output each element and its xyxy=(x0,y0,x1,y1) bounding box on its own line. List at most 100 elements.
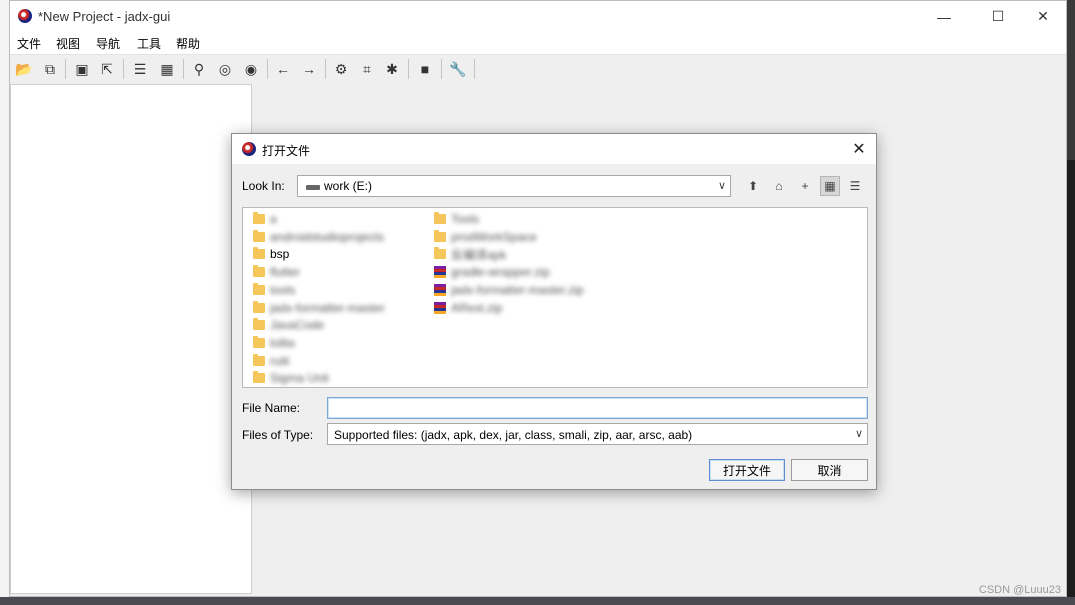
toolbar-separator xyxy=(267,59,268,79)
file-list-item[interactable]: JavaCode xyxy=(253,317,324,333)
file-type-value: Supported files: (jadx, apk, dex, jar, c… xyxy=(334,428,693,442)
file-name: Tools xyxy=(451,212,480,226)
folder-icon xyxy=(434,247,446,260)
folder-icon xyxy=(253,300,265,313)
add-files-icon[interactable]: ⧉ xyxy=(41,60,59,78)
file-list-item[interactable]: Sigma Unit xyxy=(253,370,329,386)
open-icon[interactable]: 📂 xyxy=(15,60,33,78)
file-list-item[interactable]: 反编译apk xyxy=(434,246,506,262)
file-list-item[interactable]: ARest.zip xyxy=(434,300,502,316)
toolbar-separator xyxy=(441,59,442,79)
file-list[interactable]: a androidstudioprojects bsp flutter tools jad… xyxy=(242,207,868,388)
open-file-button[interactable]: 打开文件 xyxy=(709,459,785,481)
file-name: gradle-wrapper.zip xyxy=(451,265,550,280)
file-type-label: Files of Type: xyxy=(242,428,314,442)
file-list-item[interactable]: ruiti xyxy=(253,353,289,369)
minimize-button[interactable]: — xyxy=(921,1,967,32)
quark-icon[interactable]: ⌗ xyxy=(358,60,376,78)
folder-icon xyxy=(253,265,265,278)
file-name: a xyxy=(270,212,277,226)
folder-icon xyxy=(253,353,265,366)
archive-file-icon xyxy=(434,301,446,314)
folder-icon xyxy=(434,212,446,224)
drive-icon xyxy=(306,185,320,190)
file-name: bsp xyxy=(270,247,290,262)
toolbar-separator xyxy=(325,59,326,79)
toolbar-separator xyxy=(408,59,409,79)
file-type-select[interactable]: Supported files: (jadx, apk, dex, jar, c… xyxy=(327,423,868,445)
home-icon[interactable]: ⌂ xyxy=(769,176,789,196)
file-name: ARest.zip xyxy=(451,300,503,315)
taskbar-strip xyxy=(0,597,1075,605)
menu-navigation[interactable]: 导航 xyxy=(96,35,120,52)
file-name-label: File Name: xyxy=(242,401,301,415)
back-icon[interactable]: ← xyxy=(274,60,292,78)
find-usage-icon[interactable]: ◉ xyxy=(242,60,260,78)
project-tree-panel[interactable] xyxy=(10,84,252,594)
menu-file[interactable]: 文件 xyxy=(17,35,41,52)
look-in-label: Look In: xyxy=(242,179,285,193)
details-view-icon[interactable]: ☰ xyxy=(845,176,865,196)
close-button[interactable]: ✕ xyxy=(1020,1,1066,32)
menu-bar: 文件 视图 导航 工具 帮助 xyxy=(10,32,1066,55)
window-title: *New Project - jadx-gui xyxy=(38,9,171,24)
menu-help[interactable]: 帮助 xyxy=(176,35,200,52)
file-name: Sigma Unit xyxy=(270,371,329,386)
chevron-down-icon[interactable]: ∨ xyxy=(855,427,863,440)
file-list-item[interactable]: a xyxy=(253,211,277,227)
dialog-close-button[interactable]: ✕ xyxy=(848,138,870,160)
file-list-item[interactable]: lolita xyxy=(253,335,295,351)
window-titlebar[interactable]: *New Project - jadx-gui — ☐ ✕ xyxy=(10,1,1066,32)
file-list-item[interactable]: jadx-formatter-master xyxy=(253,300,385,316)
file-name: jadx-formatter-master xyxy=(270,300,385,315)
export-icon[interactable]: ⇱ xyxy=(98,60,116,78)
watermark: CSDN @Luuu23 xyxy=(978,584,1061,596)
look-in-select[interactable]: work (E:) ∨ xyxy=(297,175,731,197)
file-name: 反编译apk xyxy=(451,247,507,262)
preferences-icon[interactable]: 🔧 xyxy=(449,60,467,78)
dialog-title: 打开文件 xyxy=(262,144,311,158)
file-list-item[interactable]: flutter xyxy=(253,264,300,280)
menu-view[interactable]: 视图 xyxy=(56,35,80,52)
file-list-item[interactable]: androidstudioprojects xyxy=(253,229,384,245)
flatten-icon[interactable]: ▦ xyxy=(158,60,176,78)
folder-icon xyxy=(434,229,446,242)
toolbar-separator xyxy=(65,59,66,79)
folder-icon xyxy=(253,371,265,384)
file-list-item[interactable]: gradle-wrapper.zip xyxy=(434,264,550,280)
forward-icon[interactable]: → xyxy=(300,60,318,78)
file-list-item[interactable]: prodWorkSpace xyxy=(434,229,537,245)
maximize-button[interactable]: ☐ xyxy=(975,1,1021,32)
dialog-titlebar[interactable]: 打开文件 ✕ xyxy=(232,134,876,164)
save-icon[interactable]: ▣ xyxy=(73,60,91,78)
list-view-icon[interactable]: ▦ xyxy=(820,176,840,196)
cancel-button[interactable]: 取消 xyxy=(791,459,868,481)
menu-tools[interactable]: 工具 xyxy=(137,35,161,52)
archive-file-icon xyxy=(434,266,446,279)
folder-icon xyxy=(253,335,265,348)
up-folder-icon[interactable]: ⬆ xyxy=(743,176,763,196)
file-name: tools xyxy=(270,282,296,297)
find-class-icon[interactable]: ◎ xyxy=(216,60,234,78)
file-name: androidstudioprojects xyxy=(270,229,385,244)
file-list-item[interactable]: jadx-formatter-master.zip xyxy=(434,282,584,298)
toolbar-separator xyxy=(474,59,475,79)
sync-icon[interactable]: ☰ xyxy=(131,60,149,78)
file-list-item[interactable]: bsp xyxy=(253,246,289,262)
chevron-down-icon[interactable]: ∨ xyxy=(718,179,726,192)
file-name: jadx-formatter-master.zip xyxy=(451,282,584,297)
jadx-app-icon xyxy=(242,142,256,156)
folder-icon xyxy=(253,229,265,242)
log-icon[interactable]: ■ xyxy=(416,60,434,78)
desktop-background-right xyxy=(1067,160,1075,605)
new-folder-icon[interactable]: + xyxy=(795,176,815,196)
toolbar-separator xyxy=(183,59,184,79)
search-icon[interactable]: ⚲ xyxy=(190,60,208,78)
file-name: ruiti xyxy=(270,353,290,368)
file-name: lolita xyxy=(270,335,295,350)
deobfuscation-icon[interactable]: ⚙ xyxy=(332,60,350,78)
file-list-item[interactable]: tools xyxy=(253,282,295,298)
file-list-item[interactable]: Tools xyxy=(434,211,479,227)
file-name-input[interactable] xyxy=(327,397,868,419)
debug-icon[interactable]: ✱ xyxy=(383,60,401,78)
